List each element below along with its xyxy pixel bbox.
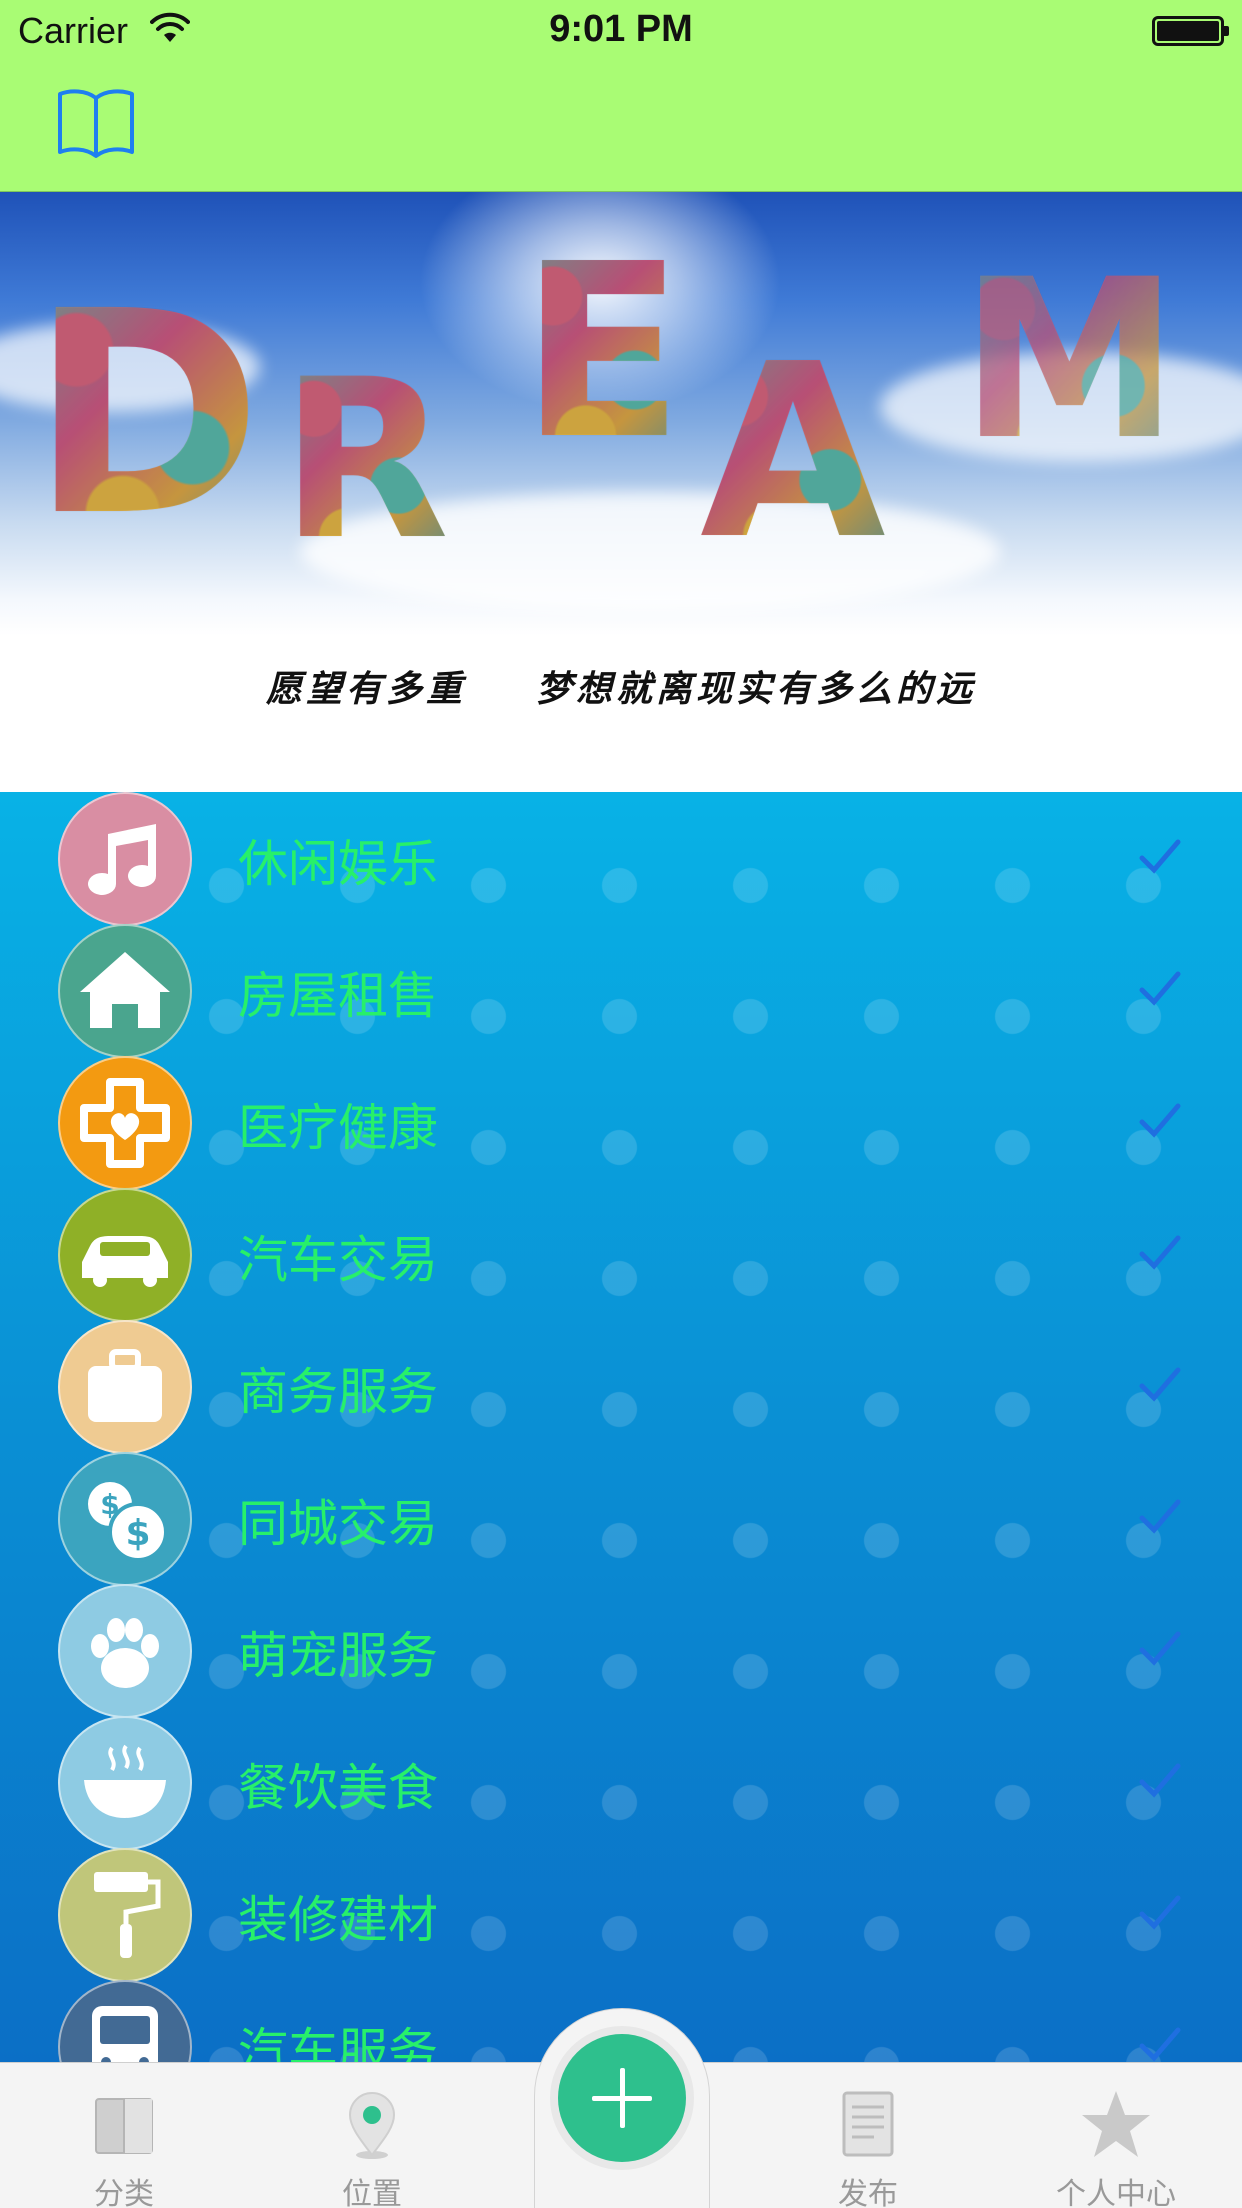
list-item-label: 医疗健康 — [238, 1099, 438, 1157]
book-icon[interactable] — [56, 82, 136, 162]
list-item-medical[interactable]: 医疗健康 — [0, 1056, 1242, 1190]
list-item-renovation[interactable]: 装修建材 — [0, 1848, 1242, 1982]
slogan-right: 梦想就离现实有多么的远 — [536, 668, 977, 710]
briefcase-icon — [58, 1320, 192, 1454]
tab-profile[interactable]: 个人中心 — [1016, 2063, 1216, 2208]
dream-letter: M — [960, 232, 1179, 488]
checkmark-icon — [1139, 971, 1181, 1006]
checkmark-icon — [1139, 1631, 1181, 1666]
list-item-label: 休闲娱乐 — [238, 835, 438, 893]
list-item-local-trade[interactable]: $ $ 同城交易 — [0, 1452, 1242, 1586]
checkmark-icon — [1139, 1103, 1181, 1138]
checkmark-icon — [1139, 839, 1181, 874]
medical-cross-heart-icon — [58, 1056, 192, 1190]
list-item-label: 装修建材 — [238, 1891, 438, 1949]
tab-label: 个人中心 — [1056, 2177, 1176, 2208]
checkmark-icon — [1139, 1763, 1181, 1798]
tab-category[interactable]: 分类 — [24, 2063, 224, 2208]
svg-text:$: $ — [100, 1488, 119, 1521]
paint-roller-icon — [58, 1848, 192, 1982]
tab-label: 分类 — [94, 2177, 154, 2208]
car-icon — [58, 1188, 192, 1322]
svg-text:$: $ — [125, 1513, 150, 1554]
checkmark-icon — [1139, 1499, 1181, 1534]
dream-banner: D R E A M 愿望有多重 梦想就离现实有多么的远 — [0, 192, 1242, 792]
dream-letter: R — [280, 332, 450, 588]
battery-icon — [1152, 16, 1229, 46]
paw-icon — [58, 1584, 192, 1718]
list-item-housing[interactable]: 房屋租售 — [0, 924, 1242, 1058]
list-item-leisure[interactable]: 休闲娱乐 — [0, 792, 1242, 926]
dream-letter: A — [700, 312, 886, 592]
star-icon — [1082, 2091, 1150, 2157]
list-item-business[interactable]: 商务服务 — [0, 1320, 1242, 1454]
music-note-icon — [58, 792, 192, 926]
list-item-label: 餐饮美食 — [238, 1759, 438, 1817]
list-item-label: 汽车服务 — [238, 2023, 438, 2062]
tab-location[interactable]: 位置 — [272, 2063, 472, 2208]
tab-publish[interactable]: 发布 — [768, 2063, 968, 2208]
checkmark-icon — [1139, 1895, 1181, 1930]
list-item-label: 同城交易 — [238, 1495, 438, 1553]
checkmark-icon — [1139, 1235, 1181, 1270]
bowl-icon — [58, 1716, 192, 1850]
dollar-coins-icon: $ $ — [58, 1452, 192, 1586]
list-item-label: 商务服务 — [238, 1363, 438, 1421]
dream-letter: E — [520, 212, 684, 492]
tab-label: 位置 — [342, 2177, 402, 2208]
top-bar: Carrier 9:01 PM — [0, 0, 1242, 192]
category-list: 休闲娱乐 房屋租售 医疗健康 汽车交易 商务服务 $ $ 同城交易 萌宠服务 餐… — [0, 792, 1242, 2062]
document-icon — [842, 2091, 894, 2157]
bus-icon — [58, 1980, 192, 2062]
checkmark-icon — [1139, 1367, 1181, 1402]
list-item-car-trade[interactable]: 汽车交易 — [0, 1188, 1242, 1322]
book-tab-icon — [95, 2098, 153, 2154]
slogan: 愿望有多重 梦想就离现实有多么的远 — [0, 660, 1242, 712]
location-pin-icon — [348, 2092, 396, 2159]
list-item-food[interactable]: 餐饮美食 — [0, 1716, 1242, 1850]
status-time: 9:01 PM — [549, 8, 693, 50]
house-icon — [58, 924, 192, 1058]
tab-label: 发布 — [838, 2177, 898, 2208]
slogan-left: 愿望有多重 — [265, 668, 466, 710]
list-item-label: 汽车交易 — [238, 1231, 438, 1289]
list-item-pets[interactable]: 萌宠服务 — [0, 1584, 1242, 1718]
add-button[interactable] — [558, 2034, 686, 2162]
dream-letter: D — [30, 252, 263, 578]
checkmark-icon — [1139, 2027, 1181, 2062]
dream-logo-letters: D R E A M — [0, 192, 1242, 632]
list-item-label: 萌宠服务 — [238, 1627, 438, 1685]
list-item-label: 房屋租售 — [238, 967, 438, 1025]
